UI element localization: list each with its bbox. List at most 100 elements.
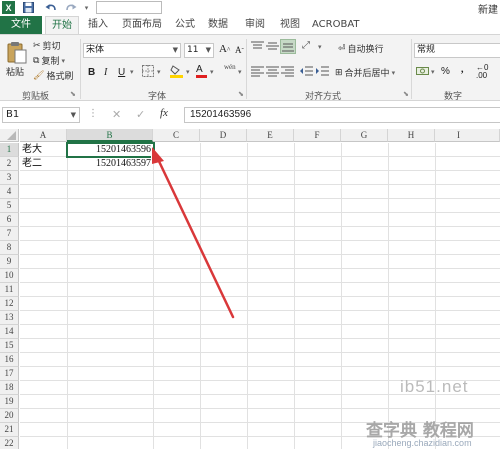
worksheet-grid: A B C D E F G H I 1 2 3 4 5 6 7 8 9 10 1… bbox=[0, 129, 500, 449]
format-painter-label: 格式刷 bbox=[46, 72, 74, 82]
merge-icon: ⊞ bbox=[335, 67, 343, 78]
grow-font-letter: A bbox=[219, 43, 227, 55]
tab-formulas[interactable]: 公式 bbox=[175, 16, 195, 34]
align-left-icon[interactable] bbox=[251, 66, 264, 80]
orientation-icon[interactable]: ⤢ bbox=[302, 40, 310, 51]
border-icon[interactable] bbox=[142, 65, 154, 80]
name-box-value: B1 bbox=[6, 109, 20, 120]
number-format-value: 常规 bbox=[417, 45, 436, 55]
excel-logo-icon: X bbox=[2, 1, 15, 14]
group-label-font: 字体 bbox=[148, 92, 167, 102]
italic-button[interactable]: I bbox=[104, 67, 107, 78]
caret-down-icon: ˇ bbox=[241, 47, 244, 55]
formula-input[interactable]: 15201463596 bbox=[184, 107, 500, 123]
copy-label: 复制 bbox=[41, 57, 60, 67]
tab-acrobat[interactable]: ACROBAT bbox=[312, 16, 360, 34]
chevron-down-icon[interactable]: ▾ bbox=[431, 68, 435, 76]
ribbon: 粘贴 ✂ 剪切 ⧉ 复制 ▾ 🖌 格式刷 剪贴板 ⬊ 宋体 ▼ 11 ▼ A^ Aˇ B I… bbox=[0, 34, 500, 102]
align-middle-icon[interactable] bbox=[266, 41, 279, 55]
group-divider bbox=[411, 39, 412, 99]
undo-icon[interactable] bbox=[44, 1, 57, 14]
underline-button[interactable]: U bbox=[118, 67, 125, 78]
scissors-icon: ✂ bbox=[33, 40, 41, 51]
copy-button[interactable]: ⧉ 复制 ▾ bbox=[33, 54, 65, 68]
copy-icon: ⧉ bbox=[33, 55, 40, 66]
brush-icon: 🖌 bbox=[33, 70, 45, 81]
paste-button-label[interactable]: 粘贴 bbox=[6, 65, 24, 78]
tab-home[interactable]: 开始 bbox=[45, 16, 79, 35]
font-color-swatch bbox=[196, 75, 207, 78]
watermark-logo-text: ib51.net bbox=[400, 377, 469, 396]
align-bottom-icon[interactable] bbox=[280, 39, 296, 54]
fill-color-icon[interactable] bbox=[170, 64, 183, 81]
qat-input[interactable] bbox=[96, 1, 162, 14]
chevron-down-icon[interactable]: ▾ bbox=[130, 68, 134, 76]
formula-bar: B1 ▼ ⋮ ✕ ✓ fx 15201463596 bbox=[0, 104, 500, 125]
save-icon[interactable] bbox=[22, 1, 35, 14]
group-label-alignment: 对齐方式 bbox=[305, 92, 342, 102]
cut-button[interactable]: ✂ 剪切 bbox=[33, 39, 61, 53]
shrink-font-button[interactable]: Aˇ bbox=[235, 45, 244, 55]
more-icon: ⋮ bbox=[88, 108, 98, 119]
grow-font-button[interactable]: A^ bbox=[219, 43, 230, 55]
insert-function-icon[interactable]: fx bbox=[160, 107, 168, 119]
tab-page-layout[interactable]: 页面布局 bbox=[122, 16, 162, 34]
title-bar: X ▾ 新建 bbox=[0, 0, 500, 16]
chevron-down-icon: ▼ bbox=[205, 46, 211, 54]
title-right-text: 新建 bbox=[478, 5, 498, 16]
comma-button[interactable]: , bbox=[461, 64, 464, 75]
phonetic-label: wén bbox=[224, 63, 236, 71]
chevron-down-icon: ▼ bbox=[172, 46, 178, 54]
chevron-down-icon[interactable]: ▾ bbox=[157, 68, 161, 76]
font-size-dropdown[interactable]: 11 ▼ bbox=[184, 43, 214, 58]
cancel-icon[interactable]: ✕ bbox=[112, 108, 121, 121]
ribbon-tabs: 文件 开始 插入 页面布局 公式 数据 审阅 视图 ACROBAT bbox=[0, 15, 500, 35]
formula-buttons: ⋮ ✕ ✓ fx bbox=[84, 107, 182, 123]
tab-data[interactable]: 数据 bbox=[208, 16, 228, 34]
font-name-value: 宋体 bbox=[86, 45, 105, 55]
align-center-icon[interactable] bbox=[266, 66, 279, 80]
cut-label: 剪切 bbox=[42, 42, 61, 52]
merge-center-label: 合并后居中 bbox=[344, 69, 390, 79]
format-painter-button[interactable]: 🖌 格式刷 bbox=[33, 69, 74, 83]
customize-qat-icon[interactable]: ▾ bbox=[80, 1, 93, 14]
phonetic-icon[interactable]: wén bbox=[224, 63, 236, 71]
number-format-dropdown[interactable]: 常规 bbox=[414, 43, 500, 58]
group-divider bbox=[246, 39, 247, 99]
chevron-down-icon[interactable]: ▾ bbox=[186, 68, 190, 76]
chevron-down-icon[interactable]: ▾ bbox=[210, 68, 214, 76]
percent-button[interactable]: % bbox=[441, 66, 450, 77]
tab-insert[interactable]: 插入 bbox=[88, 16, 108, 34]
font-name-dropdown[interactable]: 宋体 ▼ bbox=[83, 43, 181, 58]
clipboard-launcher-icon[interactable]: ⬊ bbox=[70, 90, 76, 98]
alignment-launcher-icon[interactable]: ⬊ bbox=[403, 90, 409, 98]
caret-up-icon: ^ bbox=[226, 46, 231, 54]
enter-icon[interactable]: ✓ bbox=[136, 108, 145, 121]
group-label-clipboard: 剪贴板 bbox=[22, 92, 50, 102]
decrease-indent-icon[interactable] bbox=[300, 66, 313, 80]
chevron-down-icon[interactable]: ▾ bbox=[318, 43, 322, 51]
chevron-down-icon: ▼ bbox=[70, 111, 76, 119]
font-launcher-icon[interactable]: ⬊ bbox=[238, 90, 244, 98]
currency-icon[interactable] bbox=[416, 65, 429, 80]
font-color-letter: A bbox=[196, 64, 203, 75]
wrap-text-icon: ⏎ bbox=[338, 43, 346, 54]
name-box[interactable]: B1 ▼ bbox=[2, 107, 80, 123]
increase-indent-icon[interactable] bbox=[316, 66, 329, 80]
tab-review[interactable]: 审阅 bbox=[245, 16, 265, 34]
redo-icon[interactable] bbox=[64, 1, 77, 14]
chevron-down-icon: ▾ bbox=[391, 68, 396, 77]
bold-button[interactable]: B bbox=[88, 67, 95, 78]
wrap-text-button[interactable]: ⏎ 自动换行 bbox=[338, 42, 384, 56]
font-color-button[interactable]: A bbox=[196, 64, 207, 78]
chevron-down-icon[interactable]: ▾ bbox=[238, 68, 242, 76]
increase-decimal-icon[interactable]: ←0.00 bbox=[476, 64, 488, 80]
tab-view[interactable]: 视图 bbox=[280, 16, 300, 34]
merge-center-button[interactable]: ⊞ 合并后居中 ▾ bbox=[335, 66, 396, 80]
watermark-url-text: jiaocheng.chazidian.com bbox=[373, 438, 472, 448]
tab-file[interactable]: 文件 bbox=[0, 16, 42, 34]
align-right-icon[interactable] bbox=[281, 66, 294, 80]
group-label-number: 数字 bbox=[444, 92, 463, 102]
align-top-icon[interactable] bbox=[251, 41, 264, 55]
paste-icon[interactable] bbox=[6, 41, 28, 65]
